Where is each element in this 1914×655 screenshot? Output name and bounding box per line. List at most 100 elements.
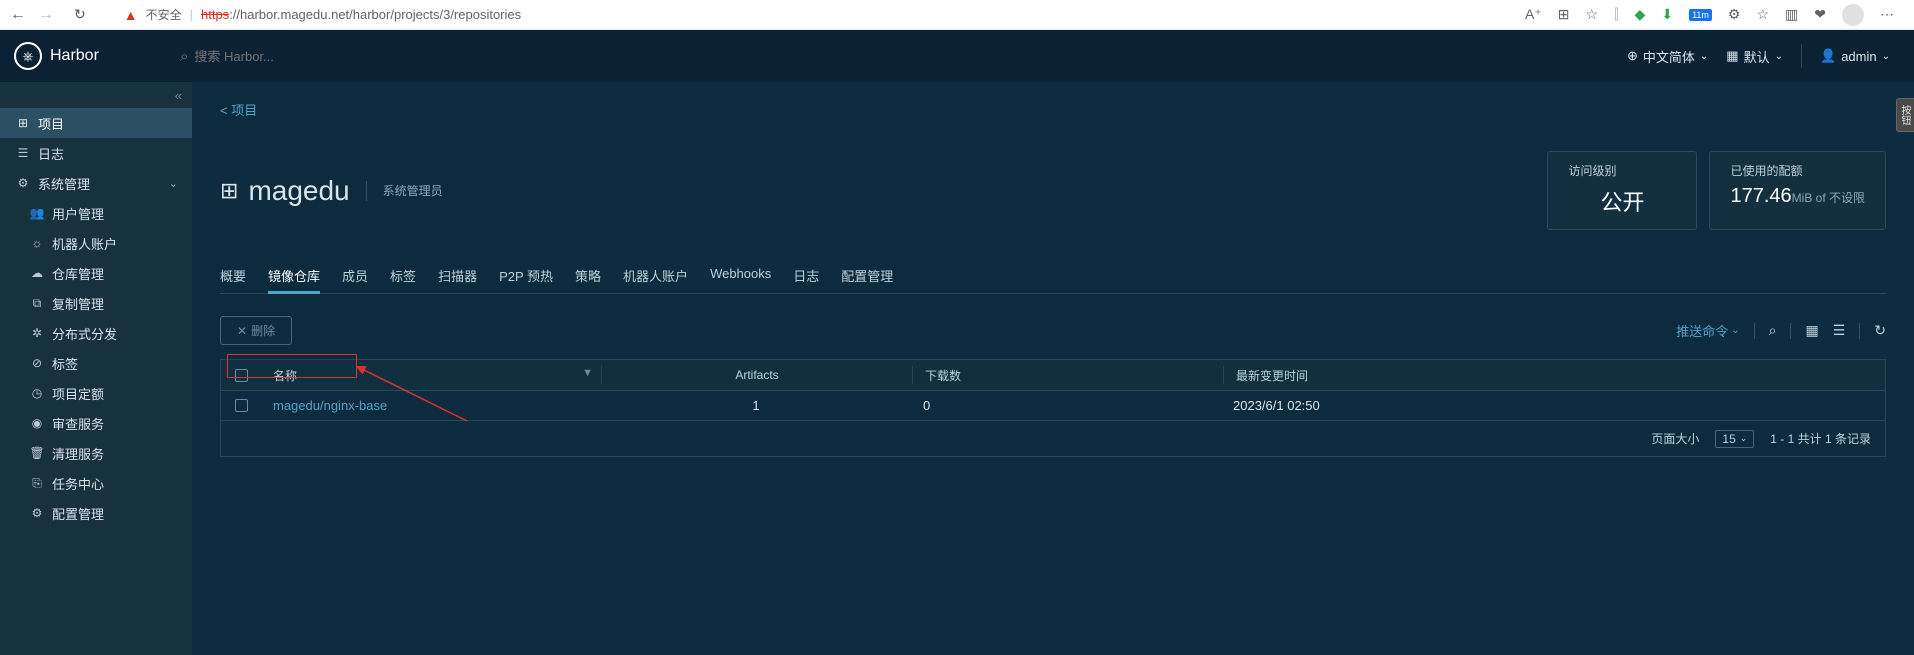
sidebar-item-users[interactable]: 👥用户管理: [0, 198, 192, 228]
logo-text: Harbor: [50, 47, 99, 65]
select-all-checkbox[interactable]: [235, 369, 248, 382]
tab-members[interactable]: 成员: [342, 266, 368, 293]
heart-icon[interactable]: ❤: [1814, 6, 1826, 23]
tab-policy[interactable]: 策略: [575, 266, 601, 293]
refresh-icon[interactable]: ↻: [1874, 322, 1886, 339]
globe-icon: ⊕: [1627, 48, 1638, 64]
delete-button[interactable]: ✕删除: [220, 316, 292, 345]
sidebar-item-admin[interactable]: ⚙ 系统管理 ⌄: [0, 168, 192, 198]
tab-p2p[interactable]: P2P 预热: [499, 266, 553, 293]
breadcrumb[interactable]: < 项目: [220, 103, 257, 118]
chevron-down-icon: ⌄: [169, 177, 178, 190]
sidebar-label: 标签: [52, 354, 78, 373]
sidebar-item-logs[interactable]: ☰日志: [0, 138, 192, 168]
sidebar-item-interrogation[interactable]: ◉审查服务: [0, 408, 192, 438]
sidebar-item-jobs[interactable]: ⎘任务中心: [0, 468, 192, 498]
delete-label: 删除: [251, 322, 275, 339]
reload-button[interactable]: ↻: [74, 6, 86, 23]
url-bar[interactable]: ▲ 不安全 | https://harbor.magedu.net/harbor…: [98, 6, 1513, 23]
tab-logs[interactable]: 日志: [793, 266, 819, 293]
sidebar-label: 机器人账户: [52, 234, 117, 253]
forward-button[interactable]: →: [38, 6, 54, 24]
log-icon: ☰: [16, 146, 30, 160]
insecure-label: 不安全: [146, 6, 182, 23]
feedback-tab[interactable]: 按钮: [1896, 98, 1914, 132]
sidebar-item-quotas[interactable]: ◷项目定额: [0, 378, 192, 408]
sidebar-label: 分布式分发: [52, 324, 117, 343]
search-icon[interactable]: ⌕: [1769, 322, 1777, 339]
th-time[interactable]: 最新变更时间: [1224, 367, 1885, 384]
chevron-down-icon: ⌄: [1740, 433, 1748, 444]
th-downloads[interactable]: 下载数: [913, 367, 1223, 384]
extensions-icon[interactable]: ⚙: [1728, 6, 1741, 23]
user-menu[interactable]: 👤 admin ⌄: [1820, 48, 1890, 64]
tab-config[interactable]: 配置管理: [841, 266, 893, 293]
profile-avatar[interactable]: [1842, 4, 1864, 26]
tab-webhooks[interactable]: Webhooks: [710, 266, 771, 293]
th-artifacts[interactable]: Artifacts: [602, 368, 912, 382]
fav2-icon[interactable]: ☆: [1756, 6, 1769, 23]
sidebar-label: 配置管理: [52, 504, 104, 523]
sidebar-item-config[interactable]: ⚙配置管理: [0, 498, 192, 528]
tab-summary[interactable]: 概要: [220, 266, 246, 293]
logo[interactable]: ⎈ Harbor: [14, 42, 164, 70]
sidebar-item-projects[interactable]: ⊞项目: [0, 108, 192, 138]
gear-icon: ⚙: [16, 176, 30, 190]
logo-icon: ⎈: [14, 42, 42, 70]
filter-icon[interactable]: ▼: [582, 367, 593, 379]
chevron-down-icon: ⌄: [1700, 51, 1708, 62]
search-area: ⌕: [180, 48, 1611, 65]
tab-robot[interactable]: 机器人账户: [623, 266, 688, 293]
tab-repositories[interactable]: 镜像仓库: [268, 266, 320, 293]
repo-link[interactable]: magedu/nginx-base: [273, 398, 387, 413]
project-title: ⊞ magedu: [220, 175, 350, 207]
shield-icon[interactable]: ◆: [1635, 6, 1646, 23]
sidebar-item-labels[interactable]: ⊘ 标签: [0, 348, 192, 378]
sidebar-item-registries[interactable]: ☁仓库管理: [0, 258, 192, 288]
sidebar-item-gc[interactable]: 🗑清理服务: [0, 438, 192, 468]
sidepanel-icon[interactable]: ▥: [1785, 6, 1798, 23]
quota-card: 已使用的配额 177.46MiB of 不设限: [1709, 151, 1886, 230]
back-button[interactable]: ←: [10, 6, 26, 24]
summary-cards: 访问级别 公开 已使用的配额 177.46MiB of 不设限: [1547, 151, 1886, 230]
card-value: 177.46MiB of 不设限: [1730, 185, 1865, 208]
tab-labels[interactable]: 标签: [390, 266, 416, 293]
tab-scanner[interactable]: 扫描器: [438, 266, 477, 293]
card-label: 已使用的配额: [1730, 162, 1865, 179]
page-size-select[interactable]: 15 ⌄: [1715, 430, 1754, 448]
sidebar-label: 系统管理: [38, 174, 90, 193]
read-aloud-icon[interactable]: A⁺: [1525, 6, 1542, 23]
tag-icon: ⊘: [30, 356, 44, 370]
language-selector[interactable]: ⊕ 中文简体 ⌄: [1627, 47, 1708, 66]
sidebar-collapse[interactable]: «: [0, 82, 192, 108]
th-label: 名称: [273, 369, 297, 383]
list-view-icon[interactable]: ☰: [1833, 322, 1846, 339]
role-label: 系统管理员: [366, 181, 443, 201]
row-checkbox[interactable]: [235, 399, 248, 412]
sidebar-item-distribution[interactable]: ✲分布式分发: [0, 318, 192, 348]
ext-badge[interactable]: 11m: [1689, 9, 1712, 21]
divider: [1859, 323, 1860, 339]
user-label: admin: [1841, 49, 1876, 64]
task-icon: ⎘: [30, 476, 44, 491]
ext1-icon[interactable]: ⫿: [1614, 6, 1618, 23]
access-card: 访问级别 公开: [1547, 151, 1697, 230]
theme-selector[interactable]: ▦ 默认 ⌄: [1726, 47, 1783, 66]
push-command-dropdown[interactable]: 推送命令 ⌄: [1676, 321, 1739, 340]
sidebar-item-robot[interactable]: ☼机器人账户: [0, 228, 192, 258]
grid-icon: ⊞: [16, 116, 30, 130]
page-size-label: 页面大小: [1651, 430, 1699, 447]
project-name: magedu: [248, 175, 349, 207]
sidebar-label: 审查服务: [52, 414, 104, 433]
more-icon[interactable]: ⋯: [1880, 6, 1894, 23]
download-icon[interactable]: ⬇: [1661, 6, 1673, 23]
sidebar-item-replication[interactable]: ⧉复制管理: [0, 288, 192, 318]
quota-unit: MiB of 不设限: [1792, 191, 1865, 205]
favorite-icon[interactable]: ☆: [1586, 6, 1599, 23]
search-input[interactable]: [194, 49, 494, 64]
card-view-icon[interactable]: ▦: [1805, 322, 1818, 339]
th-name[interactable]: 名称 ▼: [261, 367, 601, 384]
sidebar-label: 项目定额: [52, 384, 104, 403]
pagination: 页面大小 15 ⌄ 1 - 1 共计 1 条记录: [221, 420, 1885, 456]
collections-icon[interactable]: ⊞: [1558, 6, 1570, 23]
